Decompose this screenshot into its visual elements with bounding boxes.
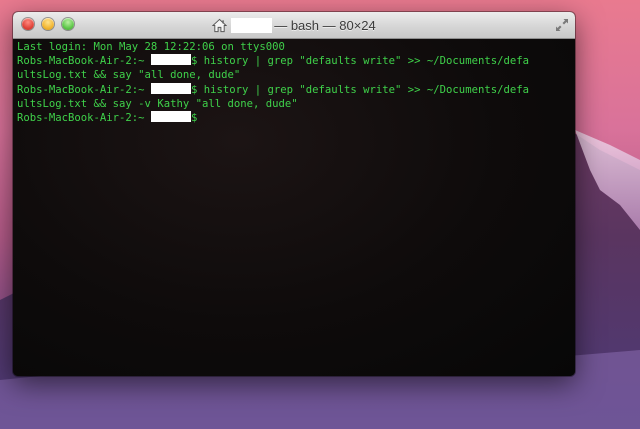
terminal-line: ultsLog.txt && say "all done, dude" bbox=[17, 69, 241, 82]
terminal-line: Robs-MacBook-Air-2:~ $ history | grep "d… bbox=[17, 82, 529, 96]
redacted-username bbox=[150, 54, 191, 66]
fullscreen-arrows-icon[interactable] bbox=[555, 18, 569, 32]
terminal-window[interactable]: — bash — 80×24 Last login: Mon May 28 12… bbox=[13, 12, 575, 376]
terminal-line: ultsLog.txt && say -v Kathy "all done, d… bbox=[17, 97, 298, 110]
title-bar[interactable]: — bash — 80×24 bbox=[13, 12, 575, 39]
window-title-text: — bash — 80×24 bbox=[274, 17, 376, 33]
terminal-line: Robs-MacBook-Air-2:~ $ history | grep "d… bbox=[17, 54, 529, 68]
redacted-username bbox=[150, 110, 191, 122]
redacted-username bbox=[150, 82, 191, 94]
house-icon bbox=[212, 18, 228, 32]
window-title: — bash — 80×24 bbox=[13, 12, 575, 38]
terminal-output[interactable]: Last login: Mon May 28 12:22:06 on ttys0… bbox=[13, 39, 575, 376]
terminal-prompt-line: Robs-MacBook-Air-2:~ $ bbox=[17, 110, 198, 124]
redacted-username bbox=[231, 17, 273, 33]
terminal-line: Last login: Mon May 28 12:22:06 on ttys0… bbox=[17, 41, 285, 53]
